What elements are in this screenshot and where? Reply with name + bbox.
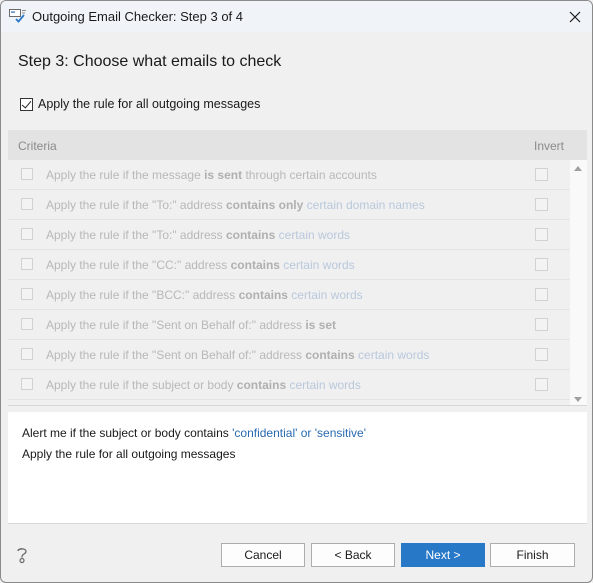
criteria-text-part: Apply the rule if the "To:" address — [46, 198, 226, 212]
checkbox-checked-icon[interactable] — [20, 97, 33, 111]
summary-text: Apply the rule for all outgoing messages — [22, 447, 236, 461]
finish-button[interactable]: Finish — [490, 543, 575, 567]
invert-checkbox[interactable] — [535, 348, 548, 361]
invert-checkbox[interactable] — [535, 258, 548, 271]
criteria-row[interactable]: Apply the rule if the message is sent th… — [8, 160, 570, 190]
criteria-text-part: Apply the rule if the "CC:" address — [46, 258, 231, 272]
apply-all-label: Apply the rule for all outgoing messages — [38, 97, 261, 111]
criteria-link[interactable]: certain words — [358, 348, 429, 362]
back-button[interactable]: < Back — [311, 543, 395, 567]
criteria-row[interactable]: Apply the rule if the "CC:" address cont… — [8, 250, 570, 280]
next-button[interactable]: Next > — [401, 543, 485, 567]
criteria-keyword: contains — [305, 348, 355, 362]
criteria-text: Apply the rule if the "Sent on Behalf of… — [46, 348, 429, 362]
summary-text: Alert me if the subject or body contains — [22, 426, 233, 440]
criteria-text: Apply the rule if the "Sent on Behalf of… — [46, 318, 336, 332]
criteria-text-part: Apply the rule if the "Sent on Behalf of… — [46, 318, 306, 332]
grid-header: Criteria Invert — [8, 130, 587, 160]
scroll-up-arrow-icon[interactable] — [574, 166, 582, 171]
criteria-rows: Apply the rule if the message is sent th… — [8, 160, 570, 400]
criteria-keyword: is set — [305, 318, 337, 332]
criteria-text: Apply the rule if the "To:" address cont… — [46, 228, 350, 242]
criteria-row[interactable]: Apply the rule if the "To:" address cont… — [8, 190, 570, 220]
vertical-scrollbar[interactable] — [570, 160, 587, 406]
invert-checkbox[interactable] — [535, 168, 548, 181]
criteria-keyword: contains — [236, 378, 287, 392]
cancel-button[interactable]: Cancel — [221, 543, 305, 567]
invert-checkbox[interactable] — [535, 228, 548, 241]
step-heading: Step 3: Choose what emails to check — [18, 53, 282, 70]
criteria-text: Apply the rule if the "To:" address cont… — [46, 198, 425, 212]
window-title: Outgoing Email Checker: Step 3 of 4 — [32, 9, 244, 24]
criteria-checkbox[interactable] — [21, 378, 33, 390]
title-bar: Outgoing Email Checker: Step 3 of 4 — [1, 1, 592, 32]
criteria-link[interactable]: certain words — [279, 228, 350, 242]
criteria-checkbox[interactable] — [21, 348, 33, 360]
criteria-keyword: is sent — [204, 168, 243, 182]
criteria-row[interactable]: Apply the rule if the "Sent on Behalf of… — [8, 310, 570, 340]
criteria-row[interactable]: Apply the rule if the "BCC:" address con… — [8, 280, 570, 310]
criteria-text-part: Apply the rule if the message — [46, 168, 205, 182]
criteria-checkbox[interactable] — [21, 228, 33, 240]
close-icon — [569, 11, 581, 22]
criteria-link[interactable]: certain words — [283, 258, 354, 272]
criteria-text-part: through certain accounts — [242, 168, 377, 182]
criteria-text: Apply the rule if the subject or body co… — [46, 378, 361, 392]
wizard-window: Outgoing Email Checker: Step 3 of 4 Step… — [0, 0, 593, 583]
criteria-link[interactable]: certain words — [291, 288, 362, 302]
criteria-row[interactable]: Apply the rule if the "To:" address cont… — [8, 220, 570, 250]
criteria-text-part: Apply the rule if the "Sent on Behalf of… — [46, 348, 306, 362]
invert-checkbox[interactable] — [535, 318, 548, 331]
criteria-link[interactable]: certain domain names — [307, 198, 425, 212]
criteria-row[interactable]: Apply the rule if the "Sent on Behalf of… — [8, 340, 570, 370]
column-header-invert: Invert — [533, 139, 564, 153]
column-header-criteria: Criteria — [18, 139, 57, 153]
scroll-down-arrow-icon[interactable] — [574, 397, 582, 402]
close-button[interactable] — [558, 1, 592, 32]
apply-all-checkbox[interactable]: Apply the rule for all outgoing messages — [20, 97, 260, 111]
criteria-keyword: contains — [230, 258, 280, 272]
criteria-checkbox[interactable] — [21, 318, 33, 330]
invert-checkbox[interactable] — [535, 288, 548, 301]
invert-checkbox[interactable] — [535, 378, 548, 391]
grid-divider — [8, 405, 587, 406]
criteria-text: Apply the rule if the "CC:" address cont… — [46, 258, 355, 272]
criteria-keyword: contains — [238, 288, 288, 302]
help-icon[interactable] — [15, 546, 29, 564]
criteria-checkbox[interactable] — [21, 198, 33, 210]
summary-link[interactable]: 'confidential' or 'sensitive' — [232, 426, 366, 440]
criteria-keyword: contains only — [225, 198, 304, 212]
criteria-grid: Criteria Invert Apply the rule if the me… — [8, 130, 587, 406]
criteria-checkbox[interactable] — [21, 258, 33, 270]
criteria-text: Apply the rule if the "BCC:" address con… — [46, 288, 363, 302]
criteria-text-part: Apply the rule if the subject or body — [46, 378, 237, 392]
criteria-checkbox[interactable] — [21, 288, 33, 300]
criteria-link[interactable]: certain words — [289, 378, 360, 392]
criteria-row[interactable]: Apply the rule if the subject or body co… — [8, 370, 570, 400]
summary-line: Apply the rule for all outgoing messages — [22, 447, 235, 461]
criteria-keyword: contains — [225, 228, 276, 242]
invert-checkbox[interactable] — [535, 198, 548, 211]
criteria-text: Apply the rule if the message is sent th… — [46, 168, 377, 182]
criteria-text-part: Apply the rule if the "To:" address — [46, 228, 226, 242]
summary-line: Alert me if the subject or body contains… — [22, 426, 366, 440]
criteria-checkbox[interactable] — [21, 168, 33, 180]
criteria-text-part: Apply the rule if the "BCC:" address — [46, 288, 239, 302]
rule-summary-panel: Alert me if the subject or body contains… — [8, 412, 587, 524]
email-check-icon — [9, 8, 27, 24]
